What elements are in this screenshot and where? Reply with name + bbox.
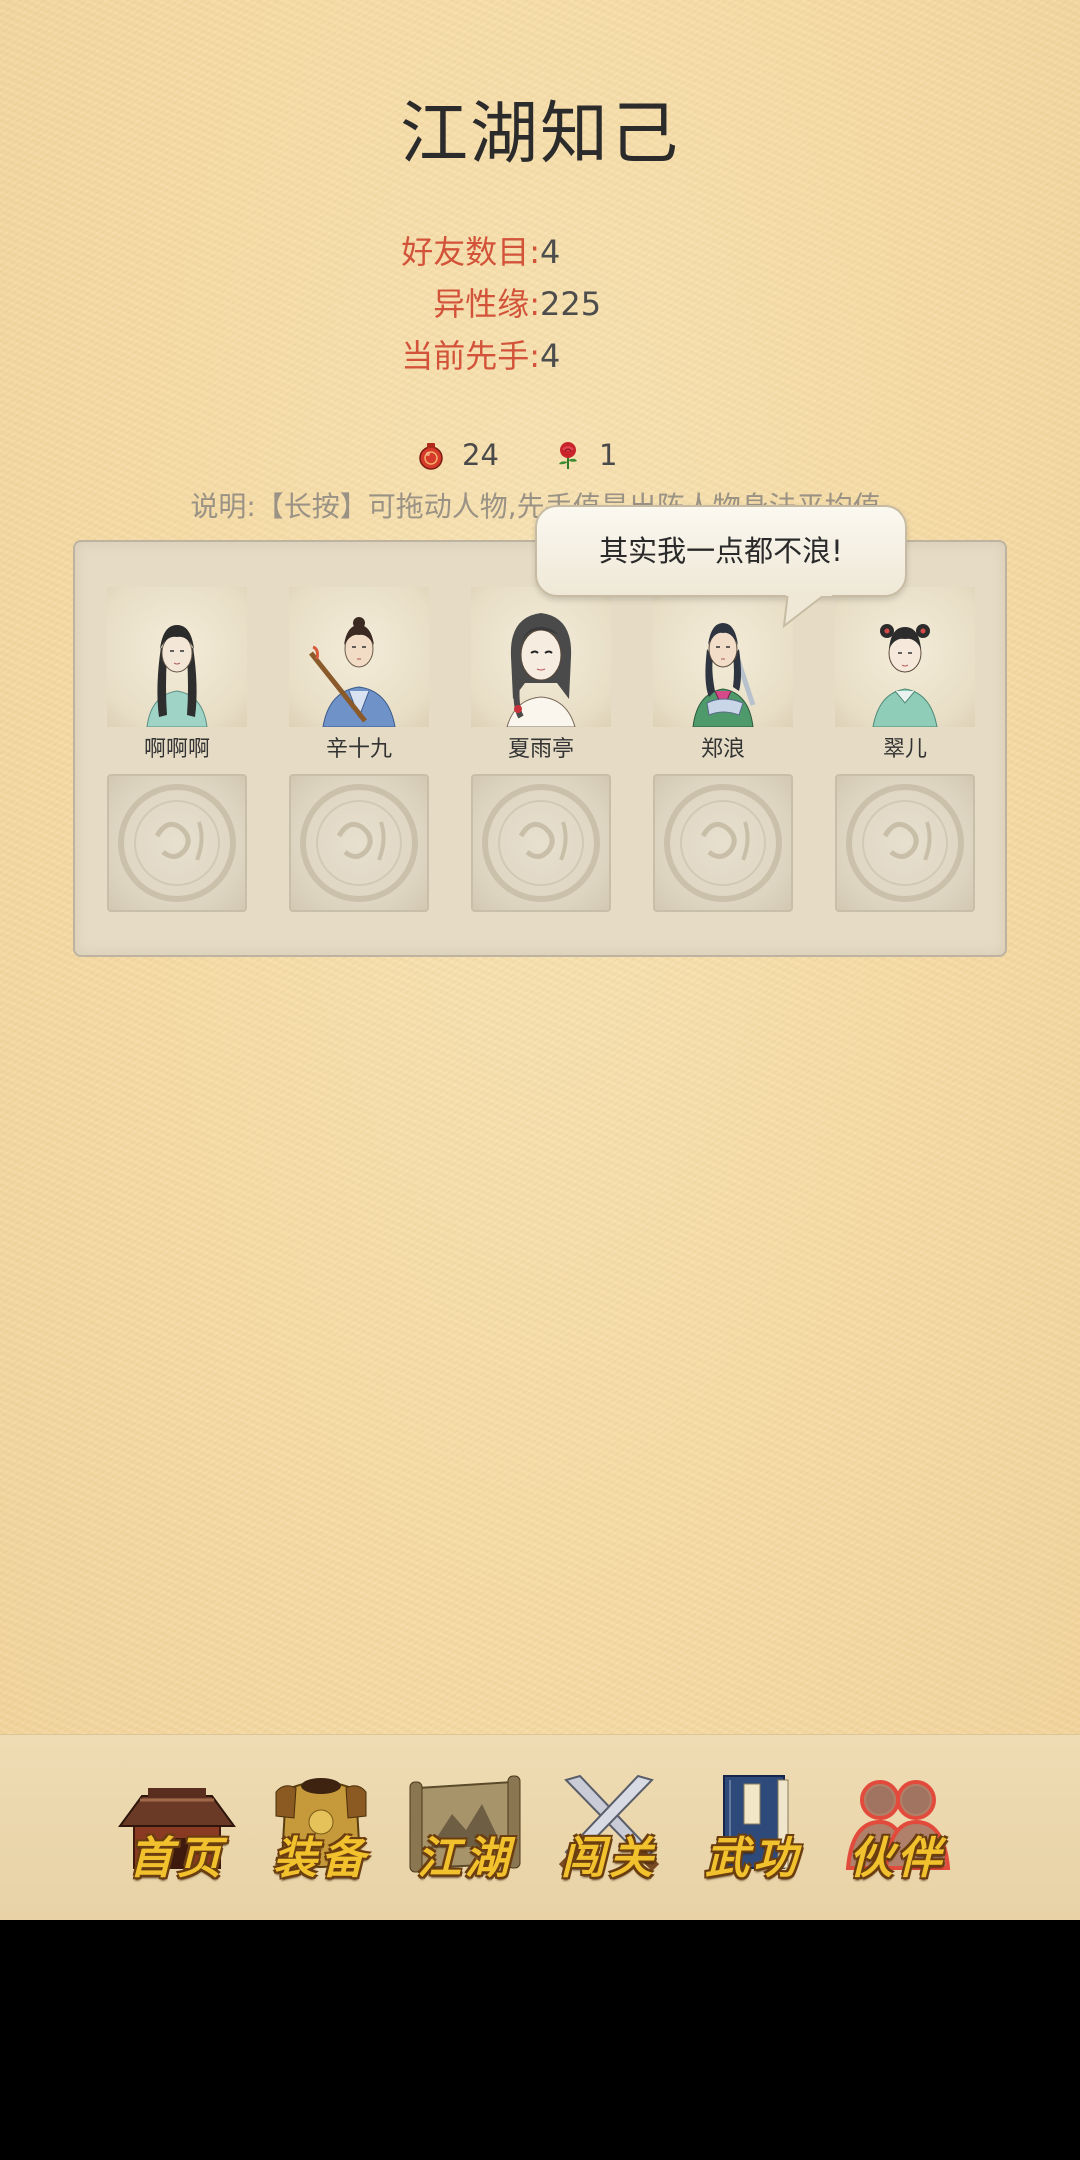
- partner-name: 啊啊啊: [143, 737, 210, 762]
- empty-formation-slot[interactable]: [835, 774, 975, 912]
- nav-partners-button[interactable]: 伙伴: [832, 1760, 962, 1890]
- engraved-seal-icon: [300, 784, 418, 902]
- engraved-seal-icon: [846, 784, 964, 902]
- partner-name: 夏雨亭: [507, 737, 574, 762]
- nav-label: 装备: [273, 1833, 369, 1884]
- partner-panel: 啊啊啊 辛十九 夏雨亭 郑浪 翠儿: [73, 540, 1007, 957]
- stat-value: 225: [540, 285, 602, 323]
- sword-carrier-portrait[interactable]: [653, 587, 793, 727]
- partner-name: 翠儿: [882, 737, 927, 762]
- long-haired-girl-portrait[interactable]: [471, 587, 611, 727]
- female-swordswoman-portrait[interactable]: [107, 587, 247, 727]
- nav-jianghu-button[interactable]: 江湖: [400, 1760, 530, 1890]
- partner-name: 辛十九: [325, 737, 392, 762]
- rose-count: 1: [599, 438, 618, 472]
- speech-bubble: 其实我一点都不浪!: [535, 505, 907, 597]
- nav-label: 伙伴: [849, 1833, 945, 1884]
- empty-formation-slot[interactable]: [471, 774, 611, 912]
- red-gourd-icon: [419, 443, 443, 470]
- stat-initiative: 当前先手: 4: [0, 336, 560, 376]
- nav-challenge-button[interactable]: 闯关: [544, 1760, 674, 1890]
- nav-equipment-button[interactable]: 装备: [256, 1760, 386, 1890]
- resource-rose: 1: [553, 435, 617, 475]
- system-bottom-bar: [0, 1920, 1080, 2160]
- engraved-seal-icon: [482, 784, 600, 902]
- nav-label: 闯关: [561, 1833, 657, 1884]
- page-title: 江湖知己: [399, 95, 680, 174]
- engraved-seal-icon: [664, 784, 782, 902]
- nav-home-button[interactable]: 首页: [112, 1760, 242, 1890]
- stat-label: 当前先手:: [401, 337, 540, 375]
- stat-label: 异性缘:: [433, 285, 540, 323]
- stat-friend-count: 好友数目: 4: [0, 232, 560, 272]
- staff-fighter-portrait[interactable]: [289, 587, 429, 727]
- nav-martial-arts-button[interactable]: 武功: [688, 1760, 818, 1890]
- game-screen: 江湖知己 好友数目: 4 异性缘: 225 当前先手: 4 24 1 说明:【长…: [0, 0, 1080, 1920]
- partner-name: 郑浪: [700, 737, 745, 762]
- speech-bubble-tail: [782, 592, 832, 628]
- resource-gourd: 24: [416, 435, 499, 475]
- rose-icon: [559, 442, 577, 469]
- partner-slot-2[interactable]: 辛十九: [289, 587, 429, 765]
- partner-slot-1[interactable]: 啊啊啊: [107, 587, 247, 765]
- gourd-count: 24: [462, 438, 499, 472]
- partner-slot-3[interactable]: 夏雨亭: [471, 587, 611, 765]
- empty-formation-slot[interactable]: [653, 774, 793, 912]
- maid-girl-portrait[interactable]: [835, 587, 975, 727]
- partner-slot-5[interactable]: 翠儿: [835, 587, 975, 765]
- empty-formation-slot[interactable]: [107, 774, 247, 912]
- partner-slot-4[interactable]: 郑浪: [653, 587, 793, 765]
- stat-value: 4: [540, 337, 561, 375]
- stat-label: 好友数目:: [401, 233, 540, 271]
- stat-charm: 异性缘: 225: [0, 284, 601, 324]
- nav-label: 江湖: [417, 1833, 513, 1884]
- engraved-seal-icon: [118, 784, 236, 902]
- stat-value: 4: [540, 233, 561, 271]
- nav-label: 首页: [129, 1833, 225, 1884]
- nav-label: 武功: [705, 1833, 801, 1884]
- empty-formation-slot[interactable]: [289, 774, 429, 912]
